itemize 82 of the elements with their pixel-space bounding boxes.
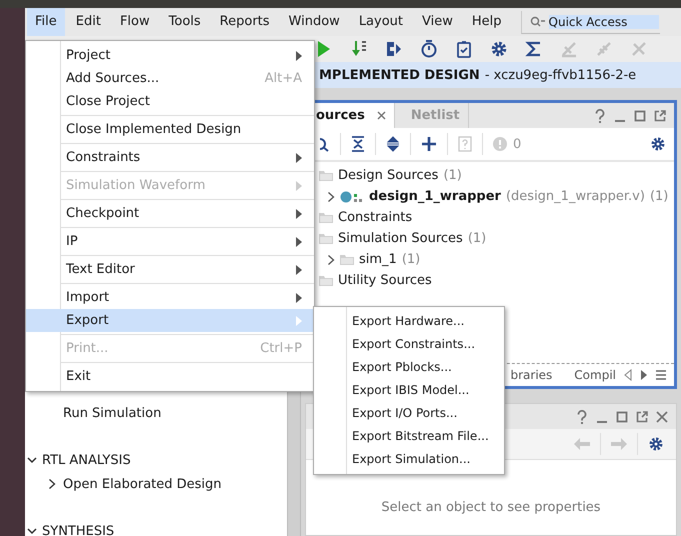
panel-tab[interactable]: braries (510, 368, 552, 382)
collapse-all-icon[interactable] (351, 136, 365, 152)
folder-icon (340, 254, 354, 265)
maximize-icon[interactable] (616, 410, 628, 424)
chevron-icon[interactable] (327, 190, 335, 202)
menu-item[interactable]: Edit (68, 8, 109, 36)
empty-message: Select an object to see properties (381, 500, 601, 517)
menu-item[interactable]: Constraints (26, 146, 314, 169)
banner-title: MPLEMENTED DESIGN (319, 68, 480, 82)
item-count: (1) (650, 189, 668, 204)
section-heading[interactable]: RTL ANALYSIS (42, 452, 131, 468)
settings-icon[interactable] (490, 40, 508, 58)
error-count: 0 (513, 136, 522, 152)
item-count: (1) (443, 168, 462, 183)
tree-item[interactable]: Utility Sources (338, 273, 432, 288)
menu-item[interactable]: Checkpoint (26, 202, 314, 225)
float-icon[interactable] (654, 108, 666, 122)
menu-item[interactable]: Layout (350, 8, 412, 36)
menu-item[interactable]: Export Constraints... (314, 333, 504, 356)
tree-item[interactable]: sim_1 (359, 252, 397, 267)
close-icon[interactable] (656, 410, 668, 424)
folder-icon (319, 170, 333, 181)
menu-item[interactable]: Reports (212, 8, 278, 36)
add-icon[interactable] (421, 136, 437, 152)
file-name: (design_1_wrapper.v) (506, 189, 645, 204)
part-name: - xczu9eg-ffvb1156-2-e (484, 68, 636, 82)
scroll-left-icon[interactable] (624, 369, 632, 381)
menu-item[interactable]: Import (26, 286, 314, 309)
menu-item[interactable]: Tools (160, 8, 209, 36)
chevron-icon[interactable] (47, 478, 57, 490)
settings-icon[interactable] (650, 136, 666, 152)
section-heading[interactable]: SYNTHESIS (42, 524, 114, 536)
settings-icon[interactable] (648, 436, 664, 452)
folder-icon (319, 233, 333, 244)
task-link[interactable]: Run Simulation (63, 406, 162, 420)
menu-item[interactable]: File (27, 8, 65, 36)
menu-item[interactable]: Export Simulation... (314, 448, 504, 471)
timer-icon[interactable] (420, 40, 438, 58)
menu-item[interactable]: Export Pblocks... (314, 356, 504, 379)
panel-tab[interactable]: Compil (574, 368, 616, 382)
warning-dot-icon (493, 137, 507, 151)
sigma-icon[interactable] (525, 40, 543, 58)
menu-item[interactable]: Export (26, 309, 314, 332)
clipboard-icon[interactable] (455, 40, 473, 58)
chevron-icon[interactable] (327, 254, 335, 266)
search-field[interactable]: Quick Access (520, 10, 660, 34)
menu-item[interactable]: Add Sources... Alt+A (26, 67, 314, 90)
maximize-icon[interactable] (634, 108, 646, 122)
module-icon (340, 190, 364, 204)
menu-item[interactable]: Export Hardware... (314, 310, 504, 333)
chevron-icon[interactable] (25, 455, 39, 465)
menu-icon[interactable] (656, 369, 666, 381)
menu-item[interactable]: Project (26, 44, 314, 67)
tree-item[interactable]: Constraints (338, 210, 412, 225)
menu-item[interactable]: Exit (26, 365, 314, 388)
menu-item[interactable]: IP (26, 230, 314, 253)
item-count: (1) (468, 231, 486, 246)
close-icon[interactable] (376, 111, 386, 120)
download-icon[interactable] (350, 40, 368, 58)
menu-item[interactable]: Flow (112, 8, 158, 36)
tree-item[interactable]: design_1_wrapper (369, 189, 501, 204)
chevron-icon[interactable] (25, 526, 39, 536)
scroll-right-icon[interactable] (640, 369, 648, 381)
menu-item[interactable]: Window (280, 8, 348, 36)
folder-icon (319, 275, 333, 286)
tree-item[interactable]: Simulation Sources (338, 231, 463, 246)
expand-all-icon[interactable] (386, 136, 400, 152)
menu-item[interactable]: Export Bitstream File... (314, 425, 504, 448)
menu-item[interactable]: Export IBIS Model... (314, 379, 504, 402)
search-icon (530, 16, 546, 28)
tree-item[interactable]: Design Sources (338, 168, 438, 183)
item-count: (1) (402, 252, 420, 267)
float-icon[interactable] (636, 410, 648, 424)
help-icon[interactable] (576, 410, 588, 424)
menu-item[interactable]: Help (464, 8, 510, 36)
menu-item[interactable]: Text Editor (26, 258, 314, 281)
task-link[interactable]: Open Elaborated Design (63, 476, 222, 492)
step-icon[interactable] (385, 40, 403, 58)
menu-item[interactable]: View (414, 8, 461, 36)
folder-icon (319, 212, 333, 223)
search-icon[interactable] (320, 136, 330, 152)
help-icon[interactable] (594, 108, 606, 122)
